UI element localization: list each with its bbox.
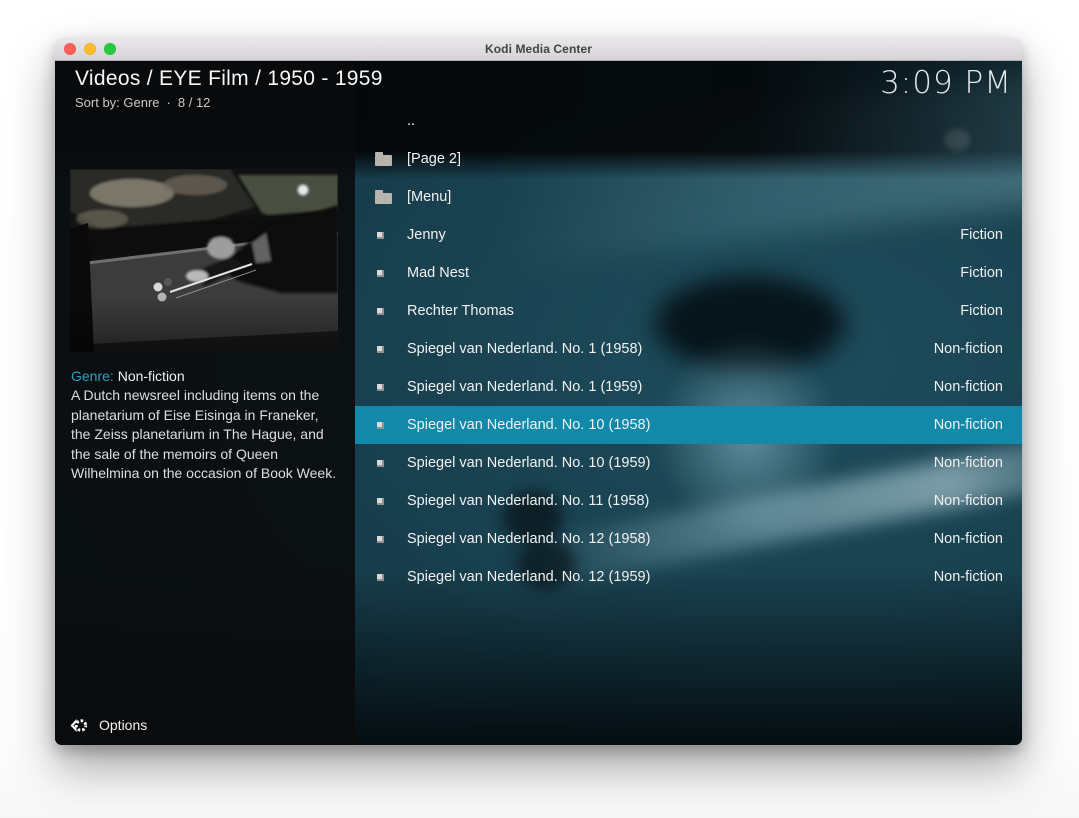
list-item[interactable]: Spiegel van Nederland. No. 10 (1958) Non… bbox=[355, 406, 1022, 444]
list-item[interactable]: Rechter Thomas Fiction bbox=[355, 292, 1022, 330]
genre-line: Genre: Non-fiction bbox=[71, 367, 341, 386]
bullet-icon bbox=[377, 574, 384, 581]
info-panel: Genre: Non-fiction A Dutch newsreel incl… bbox=[55, 61, 355, 745]
list-item-label: Spiegel van Nederland. No. 12 (1959) bbox=[407, 569, 934, 585]
list-item-label: Spiegel van Nederland. No. 11 (1958) bbox=[407, 493, 934, 509]
media-list: .. [Page 2] [Menu] bbox=[355, 102, 1022, 596]
kodi-window: Kodi Media Center Videos / EYE Film / 19… bbox=[55, 38, 1022, 745]
options-gear-icon bbox=[69, 716, 88, 735]
list-item-label: Spiegel van Nederland. No. 12 (1958) bbox=[407, 531, 934, 547]
list-item-label: Spiegel van Nederland. No. 1 (1958) bbox=[407, 341, 934, 357]
folder-icon bbox=[375, 155, 392, 166]
list-item-icon-box bbox=[375, 498, 399, 505]
bullet-icon bbox=[377, 422, 384, 429]
list-item[interactable]: Spiegel van Nederland. No. 1 (1958) Non-… bbox=[355, 330, 1022, 368]
item-position: 8 / 12 bbox=[178, 95, 211, 110]
list-item-icon-box bbox=[375, 460, 399, 467]
list-item-label: Rechter Thomas bbox=[407, 303, 960, 319]
list-item[interactable]: Spiegel van Nederland. No. 1 (1959) Non-… bbox=[355, 368, 1022, 406]
bullet-icon bbox=[377, 270, 384, 277]
list-item-genre: Fiction bbox=[960, 265, 1003, 281]
list-item-label: Mad Nest bbox=[407, 265, 960, 281]
list-item-genre: Fiction bbox=[960, 303, 1003, 319]
window-titlebar[interactable]: Kodi Media Center bbox=[55, 38, 1022, 61]
list-item-icon-box bbox=[375, 308, 399, 315]
bullet-icon bbox=[377, 346, 384, 353]
list-item-genre: Non-fiction bbox=[934, 455, 1003, 471]
list-item-label: .. bbox=[407, 113, 1003, 129]
separator-dot: · bbox=[167, 95, 171, 110]
genre-value: Non-fiction bbox=[118, 368, 185, 384]
bullet-icon bbox=[377, 498, 384, 505]
list-item-icon-box bbox=[375, 536, 399, 543]
bullet-icon bbox=[377, 384, 384, 391]
sort-by-label: Sort by: Genre bbox=[75, 95, 160, 110]
window-title: Kodi Media Center bbox=[485, 42, 592, 56]
close-button[interactable] bbox=[64, 43, 76, 55]
zoom-button[interactable] bbox=[104, 43, 116, 55]
bullet-icon bbox=[377, 536, 384, 543]
bullet-icon bbox=[377, 232, 384, 239]
plot-description: A Dutch newsreel including items on the … bbox=[71, 386, 341, 483]
breadcrumb: Videos / EYE Film / 1950 - 1959 bbox=[75, 66, 383, 92]
list-item-icon-box bbox=[375, 232, 399, 239]
list-item[interactable]: Mad Nest Fiction bbox=[355, 254, 1022, 292]
list-item-genre: Non-fiction bbox=[934, 417, 1003, 433]
list-item[interactable]: [Page 2] bbox=[355, 140, 1022, 178]
clock: 3:09 PM bbox=[880, 65, 1012, 101]
list-item[interactable]: Jenny Fiction bbox=[355, 216, 1022, 254]
list-item-label: [Menu] bbox=[407, 189, 1003, 205]
list-item[interactable]: [Menu] bbox=[355, 178, 1022, 216]
list-item-label: Spiegel van Nederland. No. 1 (1959) bbox=[407, 379, 934, 395]
list-item[interactable]: Spiegel van Nederland. No. 12 (1958) Non… bbox=[355, 520, 1022, 558]
list-item-genre: Non-fiction bbox=[934, 341, 1003, 357]
list-item[interactable]: Spiegel van Nederland. No. 10 (1959) Non… bbox=[355, 444, 1022, 482]
minimize-button[interactable] bbox=[84, 43, 96, 55]
list-item-genre: Non-fiction bbox=[934, 379, 1003, 395]
list-item-genre: Non-fiction bbox=[934, 531, 1003, 547]
sort-status-line: Sort by: Genre · 8 / 12 bbox=[75, 95, 383, 110]
folder-icon bbox=[375, 193, 392, 204]
options-button[interactable]: Options bbox=[63, 710, 153, 740]
metadata-block: Genre: Non-fiction A Dutch newsreel incl… bbox=[71, 367, 341, 483]
list-item[interactable]: Spiegel van Nederland. No. 11 (1958) Non… bbox=[355, 482, 1022, 520]
list-item-icon-box bbox=[375, 422, 399, 429]
genre-label: Genre: bbox=[71, 368, 114, 384]
list-item-genre: Non-fiction bbox=[934, 569, 1003, 585]
list-item-icon-box bbox=[375, 574, 399, 581]
traffic-lights bbox=[64, 43, 116, 55]
video-thumbnail bbox=[70, 169, 338, 352]
page-header: Videos / EYE Film / 1950 - 1959 Sort by:… bbox=[75, 66, 383, 110]
options-label: Options bbox=[99, 717, 147, 733]
list-item-label: Spiegel van Nederland. No. 10 (1958) bbox=[407, 417, 934, 433]
list-item-icon-box bbox=[375, 270, 399, 277]
kodi-content: Videos / EYE Film / 1950 - 1959 Sort by:… bbox=[55, 61, 1022, 745]
list-item-label: Jenny bbox=[407, 227, 960, 243]
list-item-label: [Page 2] bbox=[407, 151, 1003, 167]
list-item-icon-box bbox=[375, 190, 399, 204]
bullet-icon bbox=[377, 308, 384, 315]
list-item-genre: Fiction bbox=[960, 227, 1003, 243]
list-item-genre: Non-fiction bbox=[934, 493, 1003, 509]
bullet-icon bbox=[377, 460, 384, 467]
list-item-icon-box bbox=[375, 346, 399, 353]
list-item[interactable]: Spiegel van Nederland. No. 12 (1959) Non… bbox=[355, 558, 1022, 596]
desktop-background: Kodi Media Center Videos / EYE Film / 19… bbox=[0, 0, 1079, 818]
list-item-icon-box bbox=[375, 152, 399, 166]
list-item-icon-box bbox=[375, 384, 399, 391]
list-item-label: Spiegel van Nederland. No. 10 (1959) bbox=[407, 455, 934, 471]
list-item[interactable]: .. bbox=[355, 102, 1022, 140]
